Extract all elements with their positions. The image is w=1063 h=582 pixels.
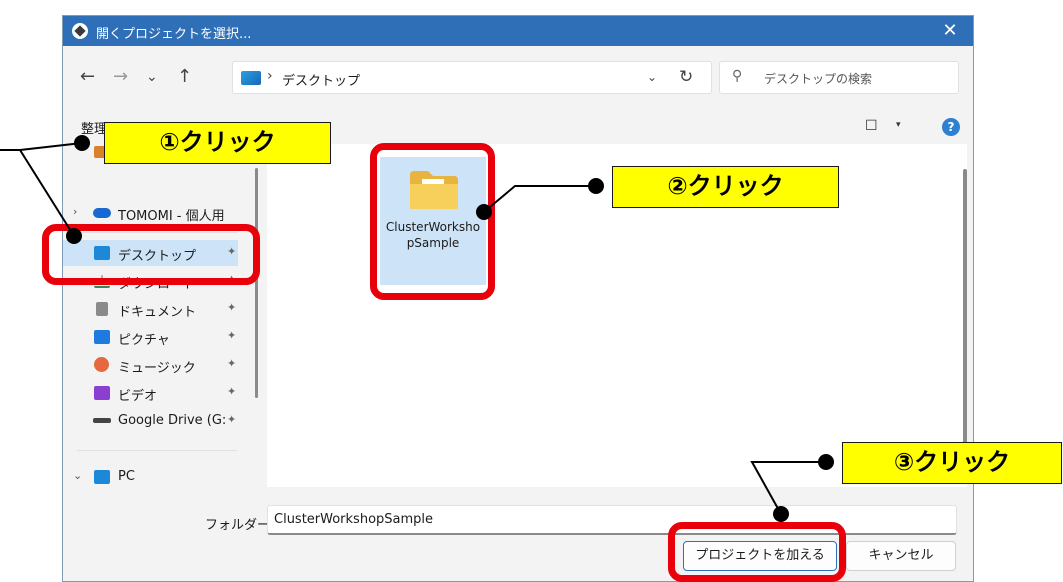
desktop-icon [94, 246, 110, 260]
search-placeholder: デスクトップの検索 [764, 72, 873, 86]
breadcrumb-separator-icon: › [267, 68, 273, 84]
open-project-dialog: 開くプロジェクトを選択... ✕ ← → ⌄ ↑ › デスクトップ ⌄ ↻ ⚲ … [62, 15, 974, 582]
folder-input-value: ClusterWorkshopSample [274, 512, 434, 527]
sidebar-item-label: PC [118, 469, 135, 484]
document-icon [96, 302, 108, 316]
view-dropdown-icon[interactable]: ▾ [896, 120, 901, 130]
close-icon[interactable]: ✕ [927, 16, 973, 46]
sidebar-item-label: Google Drive (G: [118, 413, 227, 428]
navigation-bar: ← → ⌄ ↑ › デスクトップ ⌄ ↻ ⚲ デスクトップの検索 [63, 46, 973, 110]
music-icon [94, 357, 109, 372]
navigation-pane: › TOMOMI - 個人用 デスクトップ ✦ ↓ ダウンロード ✦ ドキュメン… [63, 144, 259, 494]
pin-icon: ✦ [227, 385, 237, 398]
sidebar-divider [77, 450, 237, 451]
forward-arrow-icon[interactable]: → [113, 66, 128, 88]
recent-locations-chevron-icon[interactable]: ⌄ [146, 66, 158, 88]
video-icon [94, 386, 110, 400]
sidebar-item-label: ドキュメント [118, 305, 197, 320]
refresh-icon[interactable]: ↻ [679, 67, 693, 87]
sidebar-item-desktop[interactable]: デスクトップ ✦ [63, 240, 238, 266]
search-icon: ⚲ [732, 68, 743, 84]
sidebar-item-label: デスクトップ [118, 249, 197, 264]
cancel-button[interactable]: キャンセル [846, 541, 956, 571]
pin-icon: ✦ [227, 329, 237, 342]
pin-icon: ✦ [227, 301, 237, 314]
dialog-footer: フォルダー: ClusterWorkshopSample プロジェクトを加える … [63, 487, 973, 581]
desktop-location-icon [241, 71, 261, 85]
pin-icon: ✦ [227, 245, 237, 258]
sidebar-item-videos[interactable]: ビデオ ✦ [63, 380, 238, 406]
pc-icon [94, 470, 110, 484]
callout-step-1: ①クリック [104, 122, 331, 164]
pin-icon: ✦ [227, 413, 237, 426]
callout-step-3: ③クリック [842, 442, 1062, 484]
drive-icon [93, 418, 111, 423]
search-box[interactable]: ⚲ デスクトップの検索 [719, 61, 959, 94]
pictures-icon [94, 330, 110, 344]
address-dropdown-icon[interactable]: ⌄ [647, 70, 657, 84]
sidebar-item-label: ビデオ [118, 389, 158, 404]
sidebar-item-downloads[interactable]: ↓ ダウンロード ✦ [63, 268, 238, 294]
back-arrow-icon[interactable]: ← [80, 66, 95, 88]
folder-icon [410, 171, 458, 209]
folder-name: ClusterWorkshopSample [385, 220, 481, 250]
app-icon [72, 23, 88, 39]
sidebar-item-onedrive[interactable]: TOMOMI - 個人用 [63, 200, 238, 226]
breadcrumb-desktop[interactable]: デスクトップ [282, 70, 360, 89]
view-options-icon[interactable]: ☐ [865, 118, 878, 134]
title-bar: 開くプロジェクトを選択... ✕ [63, 16, 973, 46]
content-scrollbar[interactable] [963, 169, 967, 456]
download-icon: ↓ [94, 274, 110, 288]
sidebar-item-music[interactable]: ミュージック ✦ [63, 352, 238, 378]
folder-name-input[interactable]: ClusterWorkshopSample [267, 505, 957, 535]
address-bar[interactable]: › デスクトップ ⌄ ↻ [232, 61, 712, 94]
sidebar-item-label: ダウンロード [118, 277, 197, 292]
sidebar-item-documents[interactable]: ドキュメント ✦ [63, 296, 238, 322]
callout-step-2: ②クリック [612, 166, 839, 208]
up-arrow-icon[interactable]: ↑ [177, 66, 192, 88]
sidebar-item-google-drive[interactable]: Google Drive (G: ✦ [63, 408, 238, 434]
folder-item[interactable]: ClusterWorkshopSample [380, 157, 486, 285]
pin-icon: ✦ [227, 273, 237, 286]
sidebar-scrollbar[interactable] [255, 168, 258, 398]
sidebar-item-label: ミュージック [118, 361, 196, 376]
folder-label: フォルダー: [205, 518, 275, 533]
pin-icon: ✦ [227, 357, 237, 370]
sidebar-divider [77, 232, 237, 233]
window-title: 開くプロジェクトを選択... [96, 27, 252, 42]
sidebar-item-label: ピクチャ [118, 333, 170, 348]
sidebar-item-label: TOMOMI - 個人用 [118, 209, 225, 224]
sidebar-item-pictures[interactable]: ピクチャ ✦ [63, 324, 238, 350]
cloud-icon [93, 208, 111, 218]
add-project-button[interactable]: プロジェクトを加える [683, 541, 837, 571]
help-icon[interactable]: ? [942, 118, 960, 136]
